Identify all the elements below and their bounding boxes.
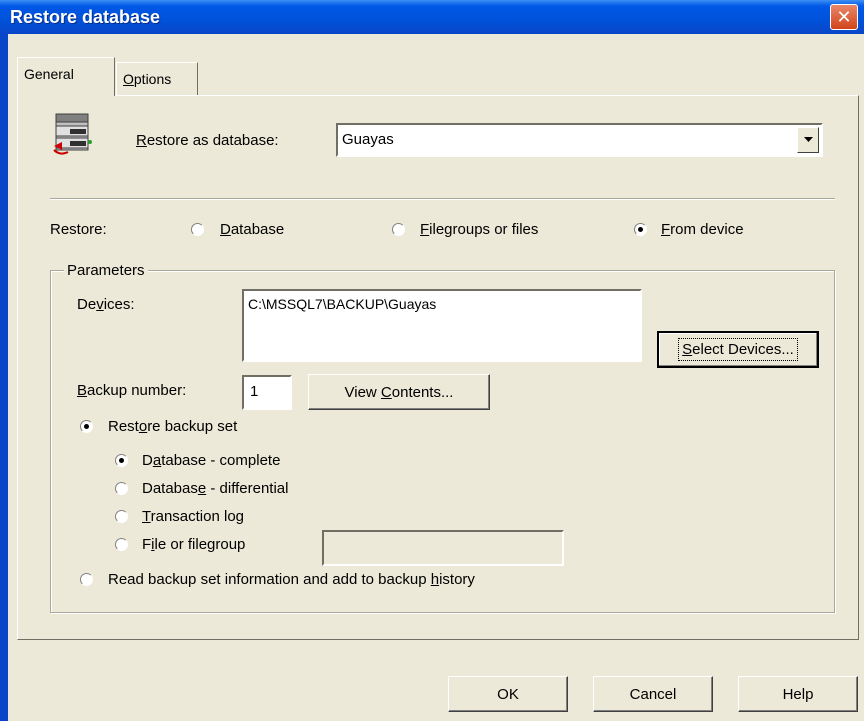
restore-database-label[interactable]: Database (220, 221, 284, 238)
combo-dropdown-button[interactable] (797, 127, 819, 153)
database-differential-radio[interactable] (115, 482, 128, 495)
device-item[interactable]: C:\MSSQL7\BACKUP\Guayas (248, 296, 436, 312)
chevron-down-icon (803, 137, 813, 142)
ok-button[interactable]: OK (448, 676, 568, 712)
restore-from-device-radio[interactable] (634, 223, 647, 236)
cancel-button[interactable]: Cancel (593, 676, 713, 712)
transaction-log-label[interactable]: Transaction log (142, 508, 244, 525)
window-frame (0, 34, 8, 721)
backup-number-label: Backup number: (77, 382, 187, 399)
select-devices-label: Select Devices... (678, 338, 798, 361)
title-bar: Restore database ✕ (0, 0, 864, 34)
restore-backup-set-label[interactable]: Restore backup set (108, 418, 237, 435)
restore-backup-set-radio[interactable] (80, 420, 93, 433)
backup-number-value: 1 (250, 383, 259, 400)
database-restore-icon (53, 113, 92, 155)
restore-as-database-label: Restore as database: (136, 132, 279, 149)
restore-filegroups-label[interactable]: Filegroups or files (420, 221, 538, 238)
divider (50, 198, 835, 200)
window-title: Restore database (10, 7, 161, 27)
backup-number-input[interactable]: 1 (242, 375, 292, 410)
file-or-filegroup-radio[interactable] (115, 538, 128, 551)
restore-as-database-value: Guayas (342, 131, 394, 148)
database-complete-label[interactable]: Database - complete (142, 452, 280, 469)
devices-listbox[interactable]: C:\MSSQL7\BACKUP\Guayas (242, 289, 642, 362)
file-or-filegroup-input (322, 530, 564, 566)
close-button[interactable]: ✕ (830, 4, 858, 30)
view-contents-button[interactable]: View Contents... (308, 374, 490, 410)
restore-label: Restore: (50, 221, 107, 238)
tab-options-label: Options (123, 71, 172, 87)
close-icon: ✕ (836, 6, 852, 27)
transaction-log-radio[interactable] (115, 510, 128, 523)
parameters-title: Parameters (64, 262, 148, 279)
restore-filegroups-radio[interactable] (392, 223, 405, 236)
restore-database-radio[interactable] (191, 223, 204, 236)
help-button[interactable]: Help (738, 676, 858, 712)
read-backup-history-radio[interactable] (80, 573, 93, 586)
restore-as-database-combo[interactable]: Guayas (336, 123, 823, 157)
help-label: Help (782, 685, 814, 703)
devices-label: Devices: (77, 296, 135, 313)
cancel-label: Cancel (629, 685, 677, 703)
database-differential-label[interactable]: Database - differential (142, 480, 288, 497)
tab-general-label: General (24, 66, 74, 82)
restore-database-dialog: Restore database ✕ General Options Resto… (0, 0, 864, 721)
read-backup-history-label[interactable]: Read backup set information and add to b… (108, 571, 475, 588)
select-devices-button[interactable]: Select Devices... (657, 331, 819, 368)
ok-label: OK (497, 685, 519, 703)
tab-options[interactable]: Options (116, 62, 198, 96)
database-complete-radio[interactable] (115, 454, 128, 467)
tab-general[interactable]: General (17, 57, 115, 96)
view-contents-label: View Contents... (344, 383, 454, 401)
restore-from-device-label[interactable]: From device (661, 221, 744, 238)
file-or-filegroup-label[interactable]: File or filegroup (142, 536, 245, 553)
